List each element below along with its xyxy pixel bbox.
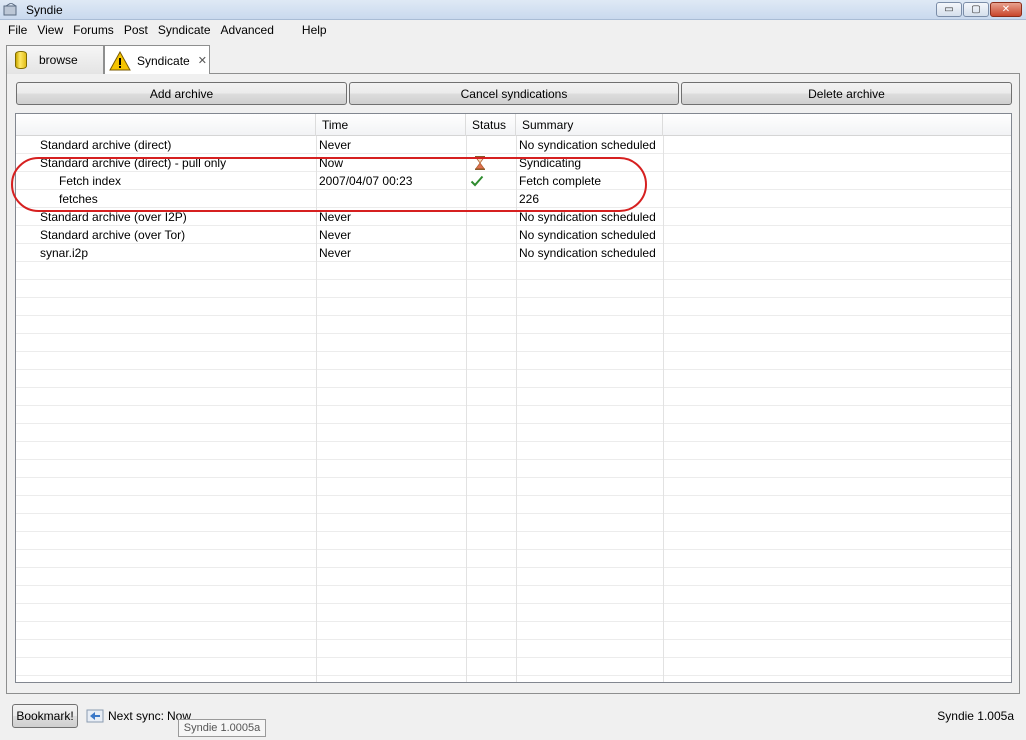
table-row[interactable]: Standard archive (over I2P) Never No syn… — [16, 208, 1011, 226]
version-label: Syndie 1.005a — [937, 709, 1014, 723]
sync-summary: No syndication scheduled — [519, 228, 656, 242]
close-window-button[interactable]: ✕ — [990, 2, 1022, 17]
menu-syndicate[interactable]: Syndicate — [153, 20, 216, 40]
column-header-time[interactable]: Time — [316, 114, 466, 136]
sync-time: Never — [319, 228, 352, 242]
archive-table[interactable]: Time Status Summary Standard archive (di… — [15, 113, 1012, 683]
database-icon — [15, 51, 27, 69]
sync-summary: 226 — [519, 192, 540, 206]
sync-status — [468, 226, 514, 244]
hourglass-icon — [475, 156, 485, 170]
window-title: Syndie — [26, 3, 63, 17]
cancel-syndications-button[interactable]: Cancel syndications — [349, 82, 679, 105]
menu-advanced[interactable]: Advanced — [216, 20, 279, 40]
table-header: Time Status Summary — [16, 114, 1011, 136]
warning-icon — [109, 50, 131, 70]
column-header-status[interactable]: Status — [466, 114, 516, 136]
sync-summary: No syndication scheduled — [519, 138, 656, 152]
next-sync-label: Next sync: — [108, 709, 165, 723]
table-row[interactable]: Standard archive (direct) Never No syndi… — [16, 136, 1011, 154]
sync-status — [468, 244, 514, 262]
menu-post[interactable]: Post — [119, 20, 153, 40]
sync-summary: No syndication scheduled — [519, 210, 656, 224]
column-header-name[interactable] — [16, 114, 316, 136]
maximize-button[interactable]: ▢ — [963, 2, 989, 17]
table-row[interactable]: Standard archive (over Tor) Never No syn… — [16, 226, 1011, 244]
sync-summary: Syndicating — [519, 156, 582, 170]
sync-icon[interactable] — [86, 707, 104, 725]
table-row[interactable]: Standard archive (direct) - pull only No… — [16, 154, 1011, 172]
table-row[interactable]: fetches 226 — [16, 190, 1011, 208]
bookmark-button[interactable]: Bookmark! — [12, 704, 78, 728]
tab-strip: browse Syndicate ✕ — [6, 45, 1020, 75]
sync-status — [468, 190, 514, 208]
table-row[interactable]: Fetch index 2007/04/07 00:23 Fetch compl… — [16, 172, 1011, 190]
delete-archive-button[interactable]: Delete archive — [681, 82, 1012, 105]
archive-name: Standard archive (direct) - pull only — [40, 156, 227, 170]
archive-name: Standard archive (over Tor) — [40, 228, 186, 242]
menu-help[interactable]: Help — [297, 20, 332, 40]
sync-summary: No syndication scheduled — [519, 246, 656, 260]
sync-status — [468, 154, 514, 172]
tab-browse-label: browse — [39, 53, 78, 67]
sync-status — [468, 172, 514, 190]
column-header-summary[interactable]: Summary — [516, 114, 663, 136]
menu-forums[interactable]: Forums — [68, 20, 119, 40]
app-icon — [3, 3, 17, 16]
tab-syndicate-label: Syndicate — [137, 53, 190, 68]
sync-time: Now — [319, 156, 344, 170]
close-icon: ✕ — [1001, 3, 1011, 15]
minimize-button[interactable]: ▭ — [936, 2, 962, 17]
menu-bar: File View Forums Post Syndicate Advanced… — [0, 20, 1026, 40]
status-bar: Bookmark! Next sync: Now Syndie 1.0005a … — [0, 700, 1026, 740]
archive-name: fetches — [59, 192, 98, 206]
syndicate-panel: Add archive Cancel syndications Delete a… — [6, 74, 1020, 694]
archive-name: synar.i2p — [40, 246, 89, 260]
sync-time: Never — [319, 246, 352, 260]
archive-name: Standard archive (direct) — [40, 138, 172, 152]
maximize-icon: ▢ — [971, 3, 981, 15]
sync-time — [319, 190, 464, 208]
sync-summary: Fetch complete — [519, 174, 602, 188]
menu-file[interactable]: File — [0, 20, 32, 40]
sync-time: 2007/04/07 00:23 — [319, 174, 413, 188]
add-archive-button[interactable]: Add archive — [16, 82, 347, 105]
sync-status — [468, 208, 514, 226]
archive-name: Fetch index — [59, 174, 122, 188]
title-bar: Syndie ▭ ▢ ✕ — [0, 0, 1026, 20]
tab-syndicate[interactable]: Syndicate ✕ — [104, 45, 210, 75]
table-row[interactable]: synar.i2p Never No syndication scheduled — [16, 244, 1011, 262]
minimize-icon: ▭ — [944, 3, 954, 15]
sync-time: Never — [319, 210, 352, 224]
sync-time: Never — [319, 138, 352, 152]
check-icon — [470, 175, 484, 187]
sync-status — [468, 136, 514, 154]
tab-browse[interactable]: browse — [6, 45, 104, 74]
archive-name: Standard archive (over I2P) — [40, 210, 187, 224]
close-tab-icon[interactable]: ✕ — [198, 54, 207, 67]
menu-view[interactable]: View — [32, 20, 68, 40]
version-tooltip: Syndie 1.0005a — [178, 719, 266, 737]
